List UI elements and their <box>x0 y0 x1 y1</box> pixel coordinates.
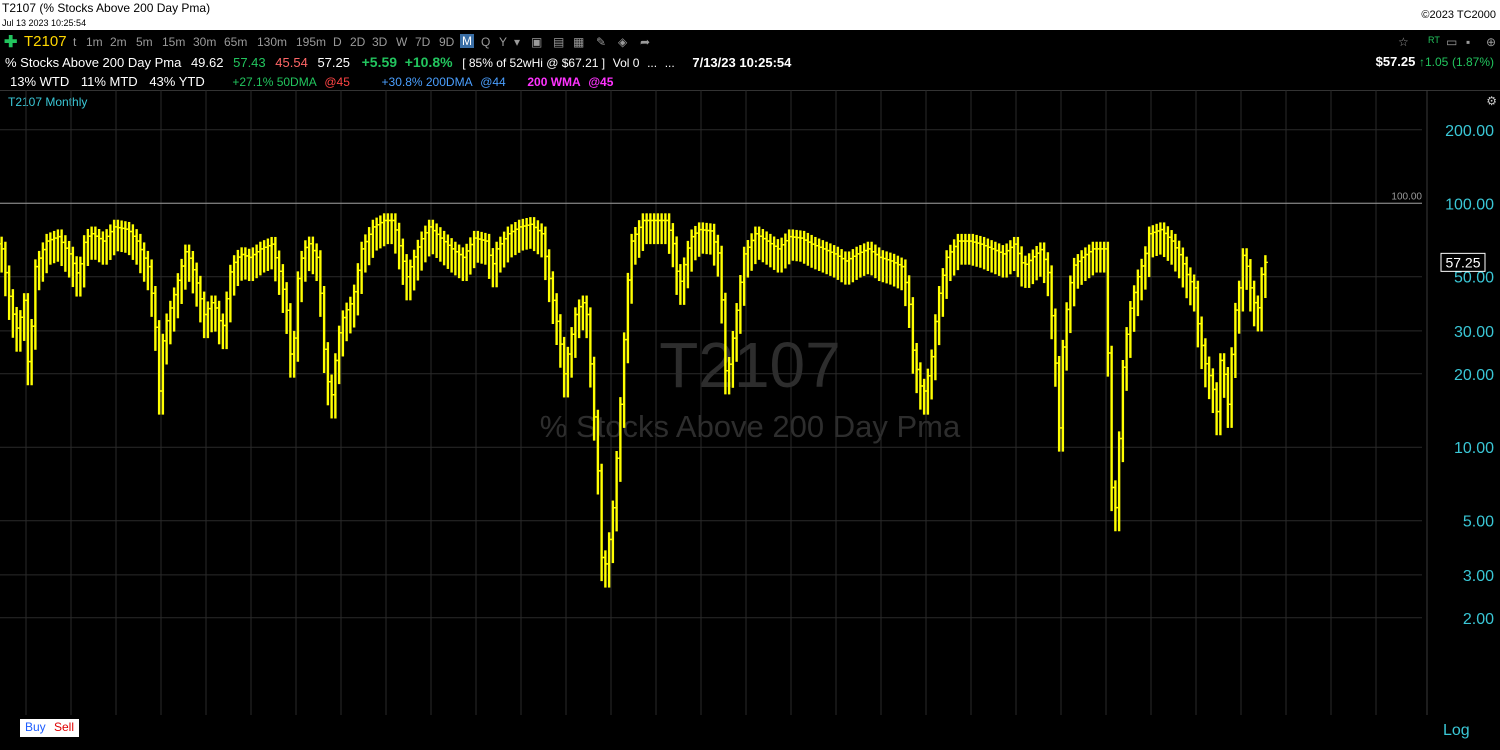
stat-ma200-at: @44 <box>480 75 506 89</box>
symbol-field[interactable]: T2107 <box>24 33 67 50</box>
price-change-pct: (1.87%) <box>1451 55 1494 69</box>
timeframe-195m[interactable]: 195m <box>296 35 326 49</box>
stat-wtd: 13% WTD <box>10 74 70 89</box>
watermark-symbol: T2107 <box>659 329 840 401</box>
y-tick-label: 5.00 <box>1463 514 1494 531</box>
y-tick-label: 100.00 <box>1445 196 1494 213</box>
timeframe-130m[interactable]: 130m <box>257 35 287 49</box>
toolbar: ✚ T2107 t 1m 2m 5m 15m 30m 65m 130m 195m D 2D 3D W 7D… <box>0 31 1500 53</box>
quote-range: [ 85% of 52wHi @ $67.21 ] <box>462 56 606 70</box>
sell-button[interactable]: Sell <box>49 719 80 737</box>
quote-row: % Stocks Above 200 Day Pma 49.62 57.43 4… <box>5 54 791 70</box>
stat-ma50-at: @45 <box>324 75 350 89</box>
timeframe-2d[interactable]: 2D <box>350 35 365 49</box>
realtime-icon[interactable]: RT <box>1428 35 1440 45</box>
timeframe-dropdown-icon[interactable]: ▾ <box>514 35 520 49</box>
y-tick-label: 2.00 <box>1463 611 1494 628</box>
timeframe-5m[interactable]: 5m <box>136 35 153 49</box>
bottom-bar: Buy Sell Log <box>0 715 1500 750</box>
tools-icon[interactable]: ◈ <box>618 35 627 49</box>
quote-low: 45.54 <box>275 55 308 70</box>
timeframe-t[interactable]: t <box>73 35 76 49</box>
star-icon[interactable]: ☆ <box>1398 35 1409 49</box>
price: $57.25 <box>1375 54 1416 69</box>
timeframe-q[interactable]: Q <box>481 35 490 49</box>
draw-icon[interactable]: ✎ <box>596 35 606 49</box>
stat-ytd: 43% YTD <box>149 74 205 89</box>
timeframe-w[interactable]: W <box>396 35 407 49</box>
bar-style-icon[interactable]: ▤ <box>553 35 564 49</box>
quote-last: 57.25 <box>317 55 350 70</box>
y-tick-label: 50.00 <box>1454 270 1494 287</box>
price-readout: $57.25 ↑1.05 (1.87%) <box>1376 54 1494 69</box>
reference-line-label: 100.00 <box>1391 191 1422 202</box>
link-icon[interactable]: ▭ <box>1446 35 1457 49</box>
last-value-label: 57.25 <box>1445 254 1480 270</box>
timeframe-7d[interactable]: 7D <box>415 35 430 49</box>
y-tick-label: 20.00 <box>1454 367 1494 384</box>
chart-area[interactable]: T2107 % Stocks Above 200 Day Pma 100.00 2… <box>0 90 1500 715</box>
timeframe-9d[interactable]: 9D <box>439 35 454 49</box>
quote-change-pct: +10.8% <box>404 54 453 70</box>
timeframe-y[interactable]: Y <box>499 35 507 49</box>
y-tick-label: 200.00 <box>1445 123 1494 140</box>
y-tick-label: 10.00 <box>1454 440 1494 457</box>
window-title: T2107 (% Stocks Above 200 Day Pma) <box>2 1 211 15</box>
chart-type-icon[interactable]: ▣ <box>531 35 542 49</box>
scale-mode-toggle[interactable]: Log <box>1443 722 1470 740</box>
watermark-name: % Stocks Above 200 Day Pma <box>540 409 961 444</box>
share-icon[interactable]: ➦ <box>640 35 650 49</box>
stat-wma[interactable]: 200 WMA <box>527 75 580 89</box>
quote-dots-1: ... <box>647 56 658 70</box>
stat-ma50[interactable]: +27.1% 50DMA <box>232 75 316 89</box>
grid-icon[interactable]: ▦ <box>573 35 584 49</box>
timeframe-m[interactable]: M <box>460 34 474 48</box>
y-tick-label: 3.00 <box>1463 568 1494 585</box>
y-tick-label: 30.00 <box>1454 324 1494 341</box>
buy-button[interactable]: Buy <box>20 719 51 737</box>
timeframe-1m[interactable]: 1m <box>86 35 103 49</box>
timeframe-30m[interactable]: 30m <box>193 35 216 49</box>
window-title-bar: T2107 (% Stocks Above 200 Day Pma) Jul 1… <box>0 0 1500 30</box>
quote-change: +5.59 <box>361 54 398 70</box>
stat-ma200[interactable]: +30.8% 200DMA <box>382 75 473 89</box>
copyright: ©2023 TC2000 <box>1421 9 1496 21</box>
timeframe-3d[interactable]: 3D <box>372 35 387 49</box>
timeframe-d[interactable]: D <box>333 35 342 49</box>
timeframe-65m[interactable]: 65m <box>224 35 247 49</box>
add-symbol-icon[interactable]: ✚ <box>4 32 17 52</box>
save-icon[interactable]: ▪ <box>1466 35 1470 49</box>
expand-icon[interactable]: ⊕ <box>1486 35 1496 49</box>
window-timestamp: Jul 13 2023 10:25:54 <box>2 18 87 28</box>
quote-high: 57.43 <box>233 55 266 70</box>
price-change: 1.05 <box>1424 55 1449 69</box>
quote-name: % Stocks Above 200 Day Pma <box>5 55 182 70</box>
stat-mtd: 11% MTD <box>80 74 138 89</box>
stat-wma-at: @45 <box>588 75 614 89</box>
stats-row: 13% WTD 11% MTD 43% YTD +27.1% 50DMA @45… <box>10 74 613 89</box>
timeframe-15m[interactable]: 15m <box>162 35 185 49</box>
quote-open: 49.62 <box>190 55 224 70</box>
quote-dots-2: ... <box>664 56 675 70</box>
quote-datetime: 7/13/23 10:25:54 <box>692 55 792 70</box>
quote-volume: Vol 0 <box>612 56 640 70</box>
timeframe-2m[interactable]: 2m <box>110 35 127 49</box>
